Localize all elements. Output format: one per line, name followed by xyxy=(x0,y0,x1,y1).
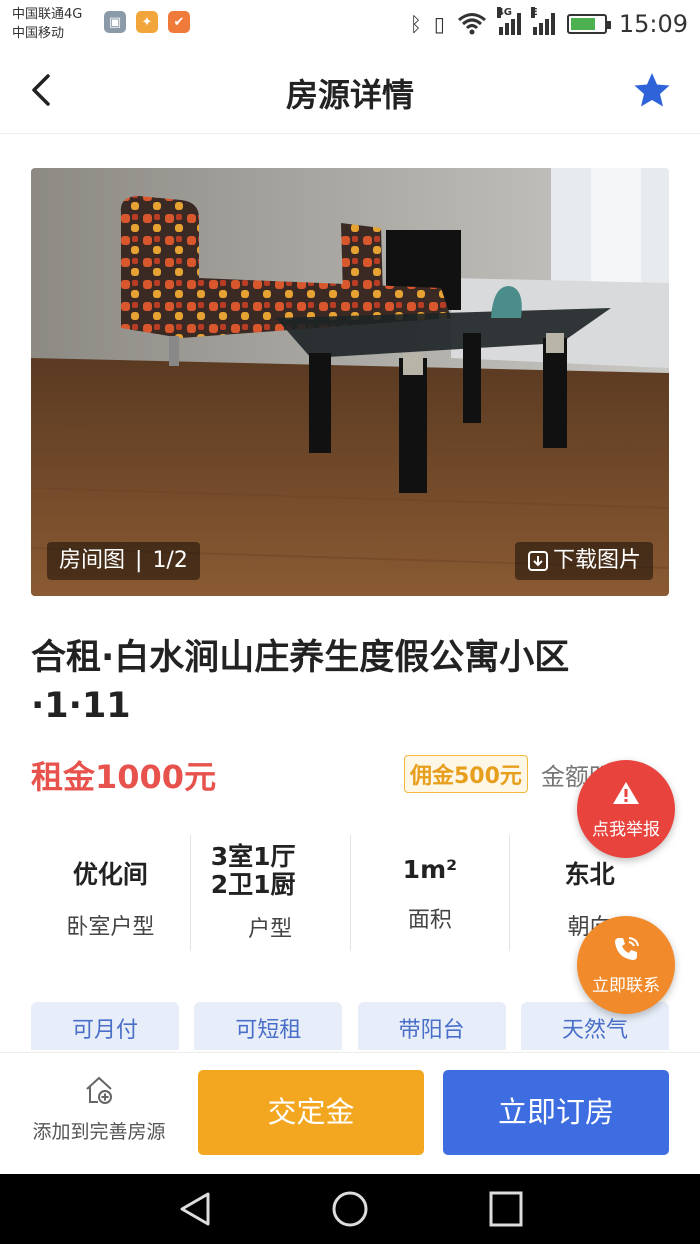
feature-tag: 可短租 xyxy=(194,1002,343,1050)
app-notification-icon: ✦ xyxy=(136,11,158,33)
status-bar: 中国联通4G 中国移动 ▣ ✦ ✔ ᛒ ▯ 4G E 15:09 xyxy=(0,0,700,48)
page-title: 房源详情 xyxy=(285,76,414,114)
pay-deposit-button[interactable]: 交定金 xyxy=(198,1070,424,1155)
info-label: 面积 xyxy=(407,908,452,933)
room-photo-image xyxy=(31,168,669,596)
photo-label: 房间图 xyxy=(59,548,126,573)
bottom-action-bar: 添加到完善房源 交定金 立即订房 xyxy=(0,1052,700,1174)
download-label: 下载图片 xyxy=(552,548,641,573)
info-value: 3室1厅2卫1厨 xyxy=(210,842,296,899)
add-to-listing-button[interactable]: 添加到完善房源 xyxy=(24,1075,174,1144)
listing-title: 合租·白水涧山庄养生度假公寓小区·1·11 xyxy=(31,638,570,726)
report-label: 点我举报 xyxy=(592,820,660,840)
book-now-button[interactable]: 立即订房 xyxy=(443,1070,669,1155)
signal-icon-2: E xyxy=(530,7,555,35)
info-value: 优化间 xyxy=(72,860,148,889)
wifi-icon xyxy=(457,13,486,35)
carrier-line-1: 中国联通4G xyxy=(12,7,83,22)
room-photo[interactable]: 房间图 | 1/2 下载图片 xyxy=(31,168,669,596)
header-bar: 房源详情 xyxy=(0,48,700,134)
feature-tag: 可月付 xyxy=(31,1002,179,1050)
info-layout: 3室1厅2卫1厨 户型 xyxy=(189,835,350,951)
gallery-notification-icon: ▣ xyxy=(104,11,126,33)
contact-label: 立即联系 xyxy=(592,976,660,996)
app-notification-icon-2: ✔ xyxy=(168,11,190,33)
battery-icon xyxy=(566,14,611,34)
signal-icon-1: 4G xyxy=(496,7,521,35)
photo-counter: 1/2 xyxy=(152,548,188,573)
info-value: 东北 xyxy=(564,860,615,889)
system-nav-bar xyxy=(0,1174,700,1244)
rent-price: 租金1000元 xyxy=(31,758,217,796)
house-add-icon xyxy=(86,1076,112,1104)
bluetooth-icon: ᛒ xyxy=(409,12,422,36)
property-info-grid: 优化间 卧室户型 3室1厅2卫1厨 户型 1m² 面积 东北 朝向 xyxy=(31,835,669,951)
network-type-label-2: E xyxy=(530,7,538,18)
commission-badge: 佣金500元 xyxy=(404,755,528,793)
nav-home-icon[interactable] xyxy=(330,1191,370,1227)
info-area: 1m² 面积 xyxy=(349,835,510,951)
feature-tag: 带阳台 xyxy=(357,1002,506,1050)
notification-icons: ▣ ✦ ✔ xyxy=(104,11,190,33)
download-icon xyxy=(527,551,548,571)
network-type-label: 4G xyxy=(496,7,512,18)
clock: 15:09 xyxy=(618,10,688,38)
carrier-info: 中国联通4G 中国移动 xyxy=(12,5,82,43)
info-value: 1m² xyxy=(402,855,458,884)
info-label: 卧室户型 xyxy=(66,915,155,940)
photo-counter-badge: 房间图 | 1/2 xyxy=(47,542,200,580)
nav-back-icon[interactable] xyxy=(176,1191,216,1227)
warning-icon xyxy=(613,782,639,804)
status-icons: ᛒ ▯ 4G E 15:09 xyxy=(409,7,688,40)
vibrate-icon: ▯ xyxy=(433,12,445,36)
add-to-listing-label: 添加到完善房源 xyxy=(32,1121,166,1143)
carrier-line-2: 中国移动 xyxy=(12,26,65,41)
report-button[interactable]: 点我举报 xyxy=(577,760,675,858)
nav-recents-icon[interactable] xyxy=(486,1191,526,1227)
feature-tags: 可月付 可短租 带阳台 天然气 xyxy=(31,1002,669,1050)
download-image-button[interactable]: 下载图片 xyxy=(514,542,653,580)
contact-now-button[interactable]: 立即联系 xyxy=(577,916,675,1014)
info-label: 户型 xyxy=(248,917,293,942)
phone-icon xyxy=(615,937,639,960)
favorite-star-icon[interactable] xyxy=(632,70,672,110)
info-room-type: 优化间 卧室户型 xyxy=(31,835,190,951)
photo-separator: | xyxy=(135,548,143,573)
